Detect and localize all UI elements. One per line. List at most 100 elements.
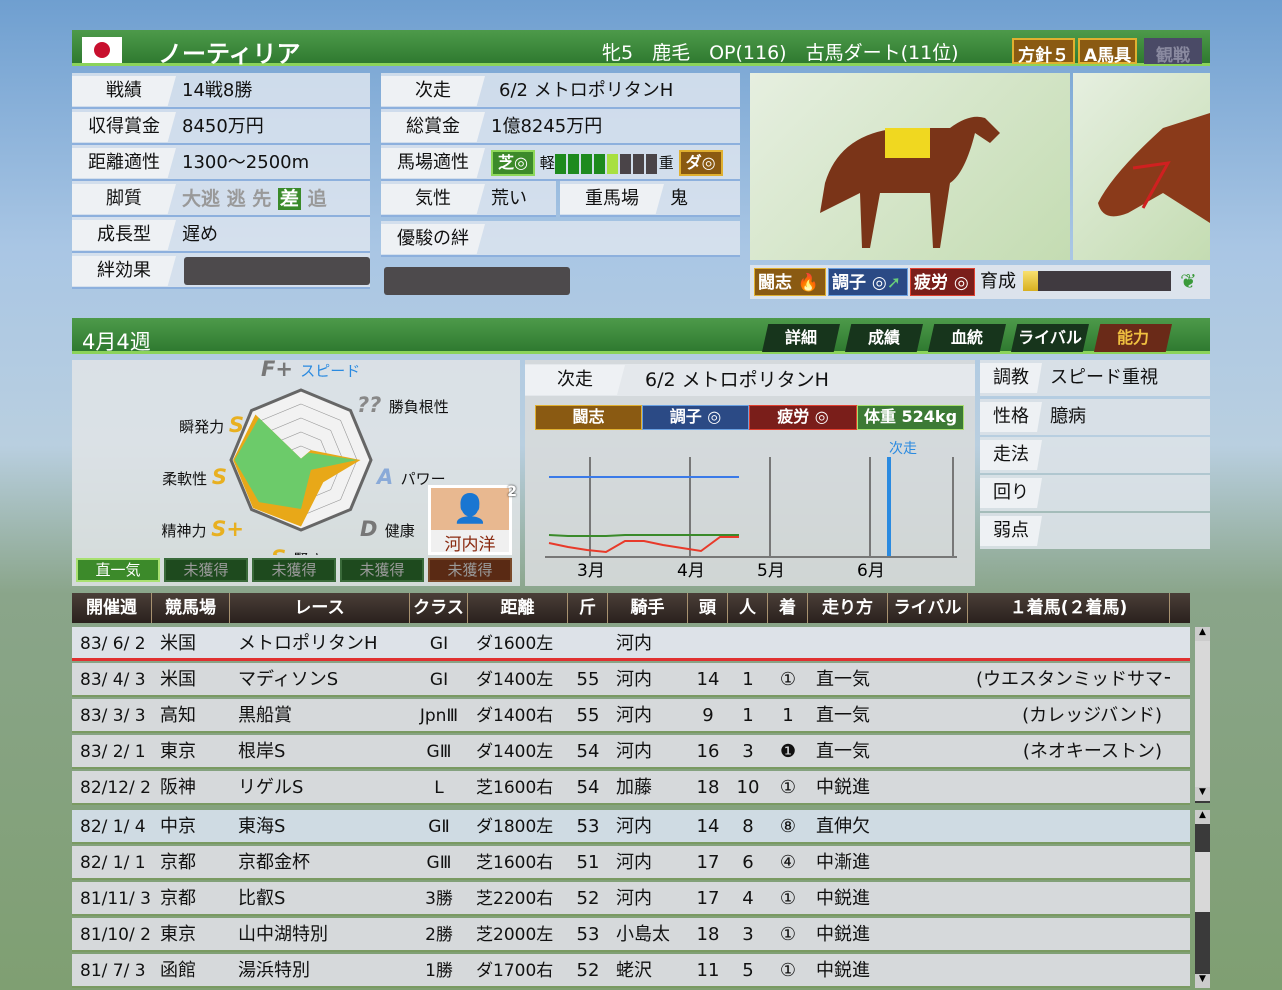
heavy-track-value: 鬼 <box>670 188 688 209</box>
gait-label: 走法 <box>980 440 1042 470</box>
scroll-up-icon[interactable]: ▲ <box>1195 810 1210 824</box>
tab-rivals[interactable]: ライバル <box>1011 324 1089 352</box>
cell-distance: ダ1400左 <box>476 742 554 762</box>
cell-jockey: 小島太 <box>616 924 670 945</box>
race-row[interactable]: 81/11/ 3 京都 比叡S 3勝 芝2200右 52 河内 17 4 ① 中鋭進 <box>72 882 1190 916</box>
cell-week: 82/ 1/ 1 <box>80 853 146 873</box>
running-style-label: 脚質 <box>72 184 176 214</box>
column-header[interactable]: クラス <box>410 593 468 623</box>
skill-slot[interactable]: 未獲得 <box>428 558 512 582</box>
turf-badge: 芝◎ <box>491 150 535 176</box>
horse-header: ノーティリア 牝5 鹿毛 OP(116) 古馬ダート(11位) 方針５ A馬具 … <box>72 30 1210 68</box>
cell-popularity: 4 <box>742 888 754 909</box>
column-header[interactable]: 騎手 <box>608 593 688 623</box>
column-header[interactable]: １着馬(２着馬) <box>968 593 1170 623</box>
cell-rival <box>888 735 968 767</box>
race-row[interactable]: 82/ 1/ 1 京都 京都金杯 GⅢ 芝1600右 51 河内 17 6 ④ 中漸進 <box>72 846 1190 880</box>
dirt-badge: ダ◎ <box>678 150 723 176</box>
leaf-icon[interactable]: ❦ <box>1180 267 1197 295</box>
skill-slot[interactable]: 未獲得 <box>340 558 424 582</box>
scroll-thumb[interactable] <box>1195 641 1210 787</box>
cell-week: 83/ 4/ 3 <box>80 670 146 690</box>
scrollbar-upper[interactable]: ▲ ▼ <box>1195 627 1210 803</box>
cell-course: 高知 <box>160 705 196 726</box>
scroll-down-icon[interactable]: ▼ <box>1195 787 1210 801</box>
radar-axis-label: 精神力 S+ <box>161 517 244 541</box>
earnings-label: 収得賞金 <box>72 112 176 142</box>
cell-winner: (ネオキーストン) <box>1022 741 1162 762</box>
cell-winner <box>968 627 1170 658</box>
cell-class: 2勝 <box>425 925 453 945</box>
cell-class: GⅠ <box>429 634 449 654</box>
cell-distance: ダ1700右 <box>476 961 554 981</box>
race-row[interactable]: 81/ 7/ 3 函館 湯浜特別 1勝 ダ1700右 52 蛯沢 11 5 ① 中鋭進 <box>72 954 1190 988</box>
column-header[interactable]: 競馬場 <box>152 593 230 623</box>
cell-class: 1勝 <box>425 961 453 981</box>
cell-distance: ダ1600左 <box>476 634 554 654</box>
cell-week: 83/ 6/ 2 <box>80 634 146 654</box>
horse-head-icon <box>1098 113 1210 223</box>
horse-head-image <box>1073 73 1210 260</box>
race-row[interactable]: 81/10/ 2 東京 山中湖特別 2勝 芝2000左 53 小島太 18 3 ① 中鋭進 <box>72 918 1190 952</box>
scroll-up-icon[interactable]: ▲ <box>1195 627 1210 641</box>
cell-jockey: 河内 <box>616 705 652 726</box>
cell-race: 東海S <box>238 816 286 837</box>
policy-badge[interactable]: 方針５ <box>1012 38 1075 66</box>
column-header[interactable]: 距離 <box>468 593 568 623</box>
equipment-badge[interactable]: A馬具 <box>1078 38 1138 66</box>
light-label: 軽 <box>539 154 555 172</box>
cell-runners: 18 <box>696 924 720 945</box>
tab-ability[interactable]: 能力 <box>1094 324 1172 352</box>
radar-grade: A <box>375 465 401 489</box>
cell-style: 直伸欠 <box>816 816 870 837</box>
month-label: 6月 <box>857 561 885 581</box>
skill-slot[interactable]: 直一気 <box>76 558 160 582</box>
column-header[interactable]: 斤 <box>568 593 608 623</box>
cell-style: 中鋭進 <box>816 777 870 798</box>
column-header[interactable]: 着 <box>768 593 808 623</box>
column-header[interactable]: 人 <box>728 593 768 623</box>
skill-slot[interactable]: 未獲得 <box>164 558 248 582</box>
cell-rival <box>888 954 968 986</box>
race-row[interactable]: 82/ 1/ 4 中京 東海S GⅡ ダ1800左 53 河内 14 8 ⑧ 直伸欠 <box>72 810 1190 844</box>
scroll-down-icon[interactable]: ▼ <box>1195 974 1210 988</box>
cell-week: 82/12/ 2 <box>80 778 151 798</box>
horse-icon <box>820 116 1000 248</box>
cell-runners: 14 <box>696 669 720 690</box>
column-header[interactable]: レース <box>230 593 410 623</box>
cell-race: マディソンS <box>238 669 339 690</box>
fight-label: 闘志 <box>758 273 792 293</box>
cell-week: 83/ 2/ 1 <box>80 742 146 762</box>
cell-course: 米国 <box>160 633 196 654</box>
race-row[interactable]: 83/ 4/ 3 米国 マディソンS GⅠ ダ1400左 55 河内 14 1 ① 直一気 (ウエスタ… <box>72 663 1190 697</box>
cell-popularity: 10 <box>736 777 760 798</box>
tab-details[interactable]: 詳細 <box>762 324 840 352</box>
record-value: 14戦8勝 <box>182 80 253 101</box>
tab-pedigree[interactable]: 血統 <box>928 324 1006 352</box>
cell-course: 京都 <box>160 888 196 909</box>
tab-results[interactable]: 成績 <box>845 324 923 352</box>
cell-winner <box>968 810 1170 842</box>
race-row[interactable]: 83/ 3/ 3 高知 黒船賞 JpnⅢ ダ1400右 55 河内 9 1 1 直一気 (カレッジバン… <box>72 699 1190 733</box>
running-style-list: 大逃 逃 先 差 追 <box>182 181 327 217</box>
scrollbar-lower[interactable]: ▲ ▼ <box>1195 810 1210 988</box>
race-row[interactable]: 83/ 6/ 2 米国 メトロポリタンH GⅠ ダ1600左 河内 <box>72 627 1190 661</box>
cell-weight: 52 <box>576 888 600 909</box>
cell-race: 湯浜特別 <box>238 960 310 981</box>
cell-finish: ① <box>779 669 797 690</box>
column-header[interactable]: ライバル <box>888 593 968 623</box>
race-row[interactable]: 82/12/ 2 阪神 リゲルS L 芝1600右 54 加藤 18 10 ① 中鋭進 <box>72 771 1190 805</box>
jockey-card[interactable]: 👤 河内洋 2 <box>428 484 517 555</box>
race-row[interactable]: 83/ 2/ 1 東京 根岸S GⅢ ダ1400左 54 河内 16 3 ❶ 直一気 (ネオキーストン… <box>72 735 1190 769</box>
track-gauge-segment <box>606 153 618 174</box>
column-header[interactable]: 開催週 <box>72 593 152 623</box>
column-header[interactable]: 頭 <box>688 593 728 623</box>
section-bar: 4月4週 詳細 成績 血統 ライバル 能力 <box>72 318 1210 354</box>
watch-race-button[interactable]: 観戦 <box>1144 38 1202 66</box>
cell-week: 81/10/ 2 <box>80 925 151 945</box>
skill-slot[interactable]: 未獲得 <box>252 558 336 582</box>
temper-value: 荒い <box>491 188 527 209</box>
scroll-thumb[interactable] <box>1195 852 1210 912</box>
column-header[interactable]: 走り方 <box>808 593 888 623</box>
heavy-track-label: 重馬場 <box>560 184 664 214</box>
